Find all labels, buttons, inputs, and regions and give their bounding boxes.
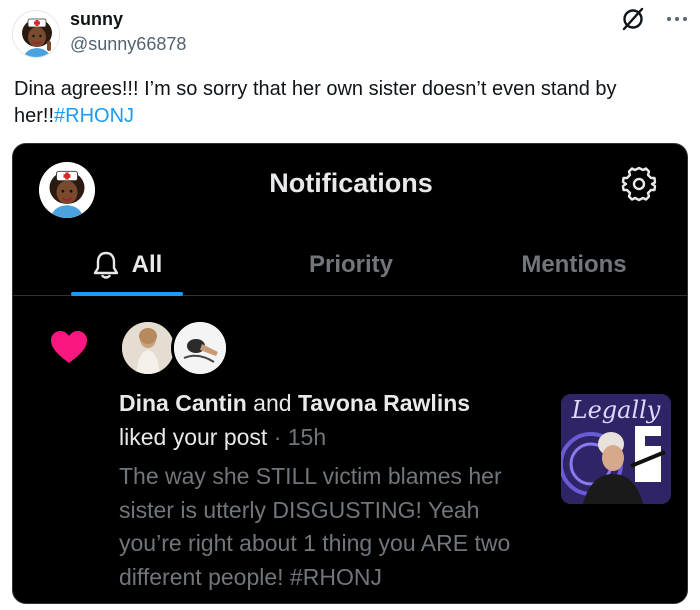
timestamp: 15h [287, 424, 327, 450]
notification-action: liked your post · 15h [119, 424, 326, 451]
author-name[interactable]: sunny [70, 9, 123, 30]
user-name: Dina Cantin [119, 390, 247, 416]
heart-icon [49, 329, 89, 365]
author-avatar[interactable] [12, 10, 60, 58]
notification-users: Dina Cantin and Tavona Rawlins [119, 390, 470, 417]
liker-avatar [171, 319, 229, 377]
active-tab-indicator [71, 292, 183, 296]
user-name: Tavona Rawlins [297, 390, 471, 416]
tab-mentions: Mentions [501, 234, 647, 296]
tab-priority: Priority [281, 234, 421, 296]
grok-icon[interactable] [620, 6, 646, 32]
page-title: Notifications [269, 168, 433, 198]
action-text: liked your post [119, 424, 268, 450]
tab-all-label: All [131, 251, 163, 278]
settings-icon [619, 164, 659, 204]
tab-mentions-label: Mentions [521, 251, 627, 278]
more-icon[interactable] [664, 12, 690, 26]
embedded-screenshot[interactable]: Notifications All Priority Mentions Dina… [12, 143, 688, 604]
author-handle[interactable]: @sunny66878 [70, 34, 186, 55]
tweet: sunny @sunny66878 Dina agrees!!! I’m so … [0, 0, 700, 610]
separator: · [273, 424, 282, 450]
tab-priority-label: Priority [308, 251, 394, 278]
hashtag-link[interactable]: #RHONJ [54, 105, 134, 127]
thumbnail-text: Legally [571, 396, 661, 424]
liker-avatar [119, 319, 177, 377]
conjunction: and [253, 390, 292, 416]
tweet-text: Dina agrees!!! I’m so sorry that her own… [14, 76, 674, 130]
tab-bar: All Priority Mentions [13, 234, 687, 296]
tab-all: All [71, 234, 183, 296]
post-thumbnail: Legally [561, 394, 671, 504]
bell-icon [93, 251, 118, 279]
post-snippet: The way she STILL victim blames her sist… [119, 463, 511, 590]
